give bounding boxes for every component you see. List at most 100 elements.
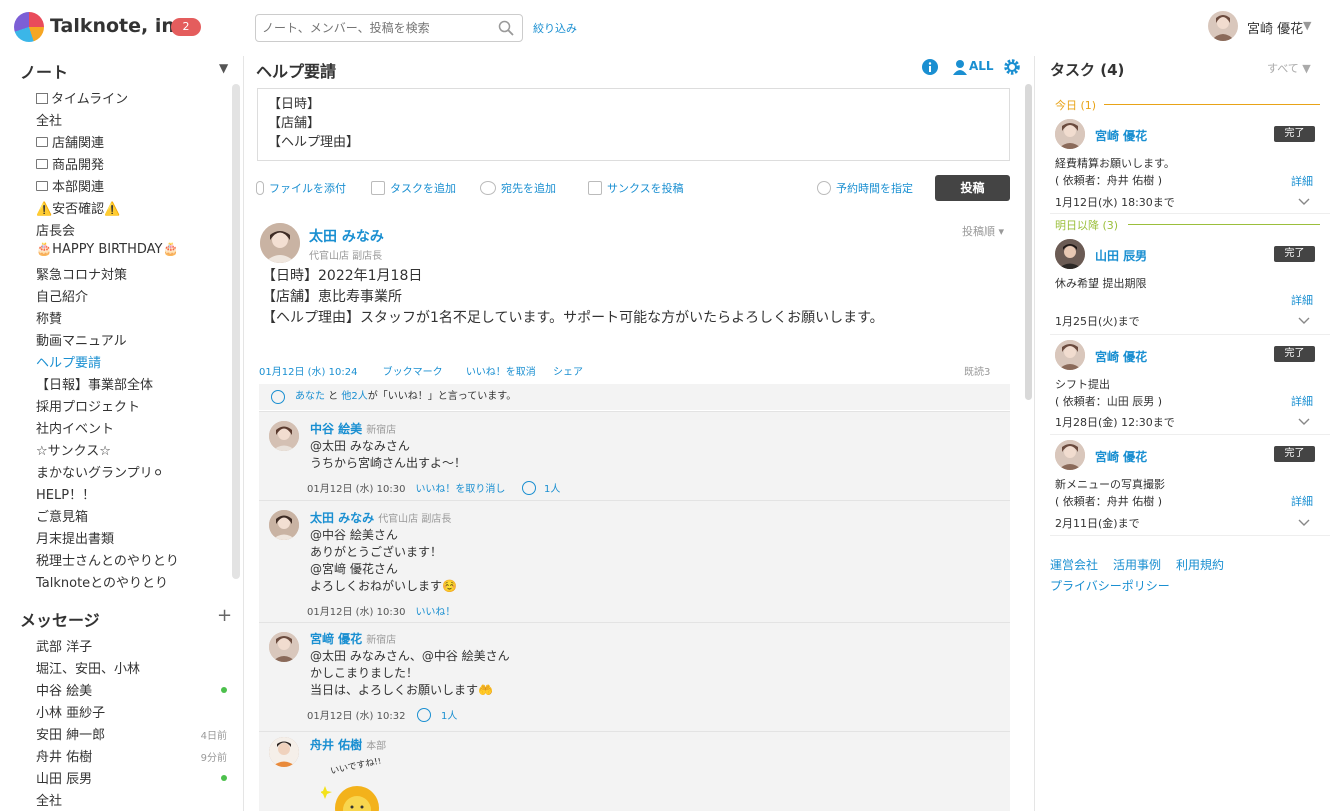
task-detail-link[interactable]: 詳細	[1291, 493, 1313, 509]
task-assignee[interactable]: 山田 辰男	[1095, 247, 1147, 264]
unlike-link[interactable]: いいね！を取消	[466, 367, 536, 378]
comment-author[interactable]: 宮﨑 優花 新宿店	[310, 630, 396, 647]
task-avatar[interactable]	[1055, 239, 1085, 269]
comment-like-count[interactable]: 1人	[441, 707, 457, 722]
notes-toggle-icon[interactable]: ▼	[219, 61, 228, 75]
note-item[interactable]: 商品開発	[36, 154, 104, 173]
task-done-button[interactable]: 完了	[1274, 126, 1315, 142]
task-assignee[interactable]: 宮崎 優花	[1095, 348, 1147, 365]
message-item[interactable]: 舟井 佑樹	[36, 746, 92, 765]
post-order-dropdown[interactable]: 投稿順 ▾	[962, 223, 1004, 239]
talknote-logo[interactable]	[14, 12, 44, 42]
task-detail-link[interactable]: 詳細	[1291, 292, 1313, 308]
note-item[interactable]: 緊急コロナ対策	[36, 264, 127, 283]
smile-icon[interactable]	[522, 481, 536, 495]
task-avatar[interactable]	[1055, 119, 1085, 149]
likes-you-link[interactable]: あなた	[295, 391, 325, 402]
note-item[interactable]: 店長会	[36, 220, 75, 239]
share-link[interactable]: シェア	[553, 367, 583, 378]
user-avatar[interactable]	[1208, 11, 1238, 41]
schedule-button[interactable]: 予約時間を指定	[817, 180, 913, 196]
post-author-avatar[interactable]	[260, 223, 300, 263]
comment-avatar[interactable]	[269, 421, 299, 451]
note-item[interactable]: 🎂HAPPY BIRTHDAY🎂	[36, 242, 179, 257]
terms-link[interactable]: 利用規約	[1176, 556, 1224, 573]
comment-author[interactable]: 太田 みなみ 代官山店 副店長	[310, 509, 451, 526]
add-message-icon[interactable]: +	[217, 605, 232, 626]
task-avatar[interactable]	[1055, 440, 1085, 470]
add-recipient-button[interactable]: 宛先を追加	[480, 180, 556, 196]
note-item[interactable]: 自己紹介	[36, 286, 88, 305]
user-name[interactable]: 宮崎 優花	[1247, 18, 1303, 37]
likes-others-link[interactable]: 他2人	[341, 391, 367, 402]
task-detail-link[interactable]: 詳細	[1291, 393, 1313, 409]
all-members-label[interactable]: ALL	[969, 59, 994, 73]
message-item[interactable]: 山田 辰男	[36, 768, 92, 787]
note-item[interactable]: 採用プロジェクト	[36, 396, 140, 415]
note-item[interactable]: 全社	[36, 110, 62, 129]
task-done-button[interactable]: 完了	[1274, 446, 1315, 462]
chevron-down-icon[interactable]	[1298, 519, 1310, 527]
add-task-button[interactable]: タスクを追加	[371, 180, 456, 196]
like-comment-link[interactable]: いいね！	[415, 607, 455, 618]
note-item[interactable]: 【日報】事業部全体	[36, 374, 153, 393]
post-author-name[interactable]: 太田 みなみ	[309, 226, 384, 246]
read-count[interactable]: 既読3	[964, 363, 990, 378]
note-item[interactable]: 月末提出書類	[36, 528, 114, 547]
message-item[interactable]: 中谷 絵美	[36, 680, 92, 699]
note-item-active[interactable]: ヘルプ要請	[36, 352, 101, 371]
note-item[interactable]: ⚠️安否確認⚠️	[36, 198, 120, 217]
smile-icon[interactable]	[417, 708, 431, 722]
examples-link[interactable]: 活用事例	[1113, 556, 1161, 573]
search-icon[interactable]	[498, 20, 514, 36]
task-done-button[interactable]: 完了	[1274, 246, 1315, 262]
gear-icon[interactable]	[1004, 59, 1020, 75]
note-item[interactable]: Talknoteとのやりとり	[36, 572, 168, 591]
note-item[interactable]: HELP！！	[36, 484, 95, 503]
unlike-comment-link[interactable]: いいね！を取り消し	[415, 484, 505, 495]
note-item[interactable]: ご意見箱	[36, 506, 88, 525]
post-thanks-button[interactable]: サンクスを投稿	[588, 180, 684, 196]
comment-avatar[interactable]	[269, 510, 299, 540]
filter-link[interactable]: 絞り込み	[533, 20, 577, 36]
comment-avatar[interactable]	[269, 632, 299, 662]
note-item[interactable]: 動画マニュアル	[36, 330, 127, 349]
message-item[interactable]: 武部 洋子	[36, 636, 92, 655]
chevron-down-icon[interactable]	[1298, 317, 1310, 325]
message-item[interactable]: 堀江、安田、小林	[36, 658, 140, 677]
message-item[interactable]: 安田 紳一郎	[36, 724, 105, 743]
members-icon[interactable]	[952, 59, 968, 75]
comment-author[interactable]: 中谷 絵美 新宿店	[310, 420, 396, 437]
task-assignee[interactable]: 宮崎 優花	[1095, 448, 1147, 465]
notification-badge[interactable]: 2	[171, 18, 201, 36]
feed-scrollbar[interactable]	[1025, 84, 1032, 400]
chevron-down-icon[interactable]	[1298, 198, 1310, 206]
comment-avatar[interactable]	[269, 737, 299, 767]
note-item[interactable]: 称賛	[36, 308, 62, 327]
message-item[interactable]: 小林 亜紗子	[36, 702, 105, 721]
note-item[interactable]: 税理士さんとのやりとり	[36, 550, 179, 569]
note-item[interactable]: 社内イベント	[36, 418, 114, 437]
info-icon[interactable]	[922, 59, 938, 75]
attach-file-button[interactable]: ファイルを添付	[256, 180, 346, 196]
note-item[interactable]: ☆サンクス☆	[36, 440, 111, 459]
task-done-button[interactable]: 完了	[1274, 346, 1315, 362]
comment-author[interactable]: 舟井 佑樹 本部	[310, 736, 386, 753]
chevron-down-icon[interactable]: ▼	[1303, 19, 1311, 32]
bookmark-link[interactable]: ブックマーク	[383, 367, 443, 378]
note-item[interactable]: タイムライン	[36, 88, 128, 107]
comment-like-count[interactable]: 1人	[544, 480, 560, 495]
privacy-link[interactable]: プライバシーポリシー	[1050, 577, 1170, 594]
task-assignee[interactable]: 宮崎 優花	[1095, 127, 1147, 144]
task-avatar[interactable]	[1055, 340, 1085, 370]
company-link[interactable]: 運営会社	[1050, 556, 1098, 573]
task-detail-link[interactable]: 詳細	[1291, 173, 1313, 189]
message-item[interactable]: 全社	[36, 790, 62, 809]
search-input[interactable]	[262, 15, 492, 41]
note-item[interactable]: 店舗関連	[36, 132, 104, 151]
chevron-down-icon[interactable]	[1298, 418, 1310, 426]
note-item[interactable]: まかないグランプリ⚪	[36, 462, 164, 481]
post-button[interactable]: 投稿	[935, 175, 1010, 201]
compose-textarea[interactable]: 【日時】 【店舗】 【ヘルプ理由】	[257, 88, 1010, 161]
notes-scrollbar[interactable]	[232, 84, 240, 579]
